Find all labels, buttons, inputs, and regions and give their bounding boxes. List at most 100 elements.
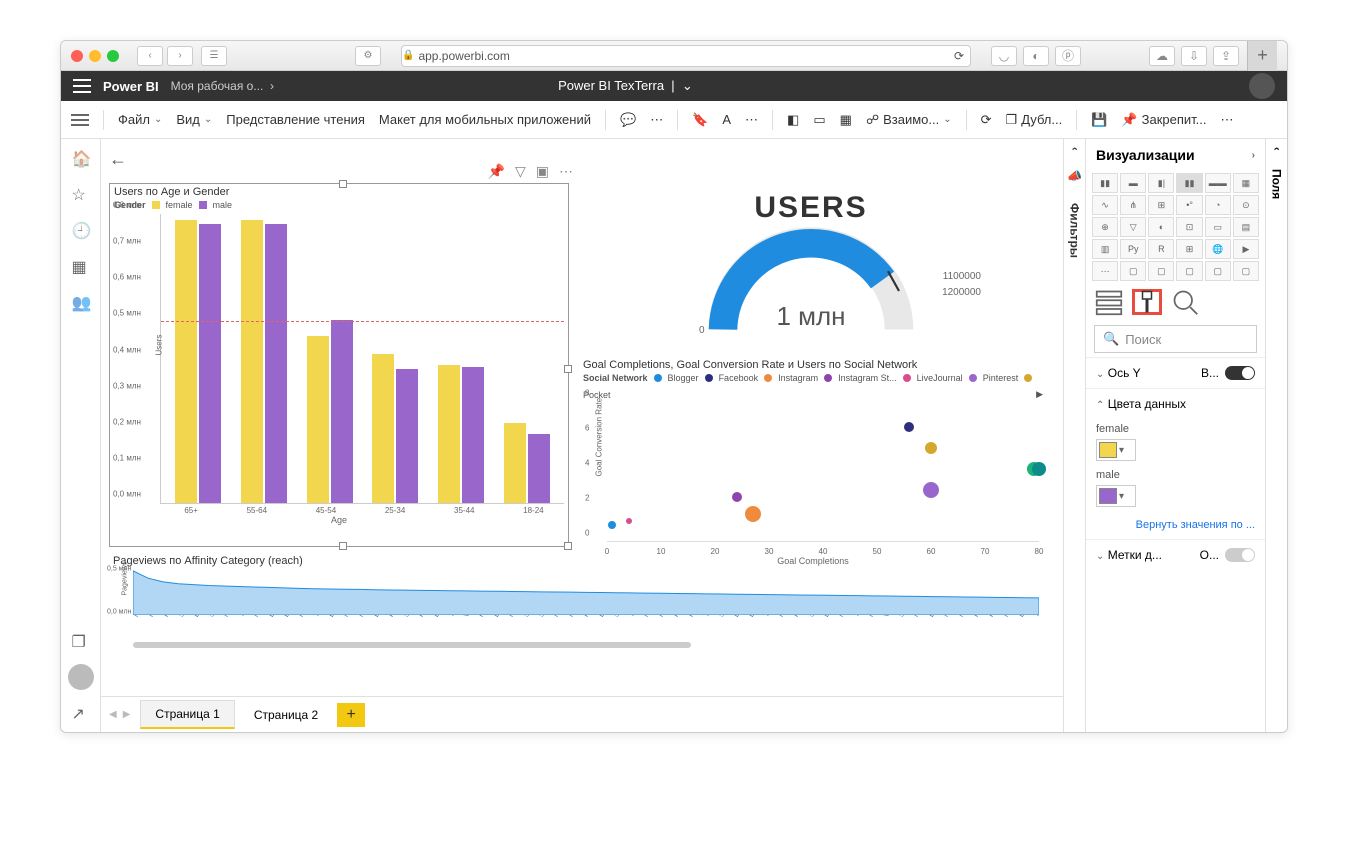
app-launcher-icon[interactable] <box>73 79 91 93</box>
data-colors-property[interactable]: ⌃ Цвета данных <box>1086 388 1265 419</box>
favorites-icon[interactable]: ☆ <box>72 185 90 203</box>
viz-type-1[interactable]: ▬ <box>1120 173 1146 193</box>
recent-icon[interactable]: 🕘 <box>72 221 90 239</box>
gauge-visual[interactable]: USERS 0 1 млн 1100000 1200000 <box>581 191 1041 361</box>
drill-icon[interactable]: ◧ <box>787 112 799 128</box>
format-tab-icon[interactable] <box>1132 289 1162 315</box>
viz-type-21[interactable]: ⊞ <box>1176 239 1202 259</box>
reset-colors-link[interactable]: Вернуть значения по ... <box>1086 511 1265 539</box>
viz-type-14[interactable]: ◐ <box>1148 217 1174 237</box>
ghostery-icon[interactable]: ◐ <box>1023 46 1049 66</box>
scatter-visual[interactable]: Goal Completions, Goal Conversion Rate и… <box>579 357 1047 567</box>
nav-back-button[interactable]: ‹ <box>137 46 163 66</box>
bookmark-icon[interactable]: 🔖 <box>692 112 708 128</box>
pinterest-icon[interactable]: ⓟ <box>1055 46 1081 66</box>
more-icon[interactable]: ⋯ <box>650 112 663 128</box>
visual-more-icon[interactable]: ⋯ <box>559 163 573 180</box>
address-bar[interactable]: 🔒 app.powerbi.com ⟳ <box>401 45 971 67</box>
female-color-picker[interactable]: ▾ <box>1096 439 1136 461</box>
window-controls[interactable] <box>71 50 119 62</box>
add-page-button[interactable]: + <box>337 703 365 727</box>
user-avatar[interactable] <box>1249 73 1275 99</box>
viz-type-6[interactable]: ∿ <box>1092 195 1118 215</box>
viz-type-27[interactable]: ▢ <box>1176 261 1202 281</box>
share-icon[interactable]: ⇪ <box>1213 46 1239 66</box>
workspace-avatar[interactable] <box>68 664 94 690</box>
viz-type-24[interactable]: ⋯ <box>1092 261 1118 281</box>
more2-icon[interactable]: ⋯ <box>745 112 758 128</box>
viz-type-29[interactable]: ▢ <box>1233 261 1259 281</box>
file-menu[interactable]: Файл ⌄ <box>118 112 162 127</box>
viz-type-0[interactable]: ▮▮ <box>1092 173 1118 193</box>
fields-tab-icon[interactable] <box>1094 289 1124 315</box>
view-menu[interactable]: Вид ⌄ <box>176 112 212 127</box>
home-icon[interactable]: 🏠 <box>72 149 90 167</box>
download-icon[interactable]: ⇩ <box>1181 46 1207 66</box>
save-icon[interactable]: 💾 <box>1091 112 1107 128</box>
viz-collapse-icon[interactable]: › <box>1252 150 1255 161</box>
viz-type-23[interactable]: ▶ <box>1233 239 1259 259</box>
viz-type-20[interactable]: R <box>1148 239 1174 259</box>
viz-type-4[interactable]: ▬▬ <box>1205 173 1231 193</box>
drill2-icon[interactable]: ▭ <box>813 112 825 128</box>
shared-icon[interactable]: 👥 <box>72 293 90 311</box>
viz-type-25[interactable]: ▢ <box>1120 261 1146 281</box>
back-arrow-icon[interactable]: ← <box>109 149 127 170</box>
viz-type-26[interactable]: ▢ <box>1148 261 1174 281</box>
fields-collapse-icon[interactable]: ‹ <box>1271 147 1283 151</box>
viz-type-19[interactable]: Py <box>1120 239 1146 259</box>
tab-next[interactable]: ▶ <box>123 709 131 720</box>
viz-type-18[interactable]: ▥ <box>1092 239 1118 259</box>
analytics-tab-icon[interactable] <box>1170 289 1200 315</box>
data-labels-toggle[interactable] <box>1225 548 1255 562</box>
expand-icon[interactable]: ↗ <box>72 704 90 722</box>
visualizations-gallery[interactable]: ▮▮▬▮|▮▮▬▬▦∿⋔⊞•°◔⊙⊕▽◐⊡▭▤▥PyR⊞🌐▶⋯▢▢▢▢▢ <box>1086 171 1265 283</box>
viz-type-11[interactable]: ⊙ <box>1233 195 1259 215</box>
copy-icon[interactable]: ❐ Дубл... <box>1006 112 1063 128</box>
viz-type-15[interactable]: ⊡ <box>1176 217 1202 237</box>
cloud-icon[interactable]: ☁ <box>1149 46 1175 66</box>
bar-chart-visual[interactable]: Users по Age и Gender Gender female male… <box>109 183 569 547</box>
visual-pin-icon[interactable]: 📌 <box>488 163 505 180</box>
male-color-picker[interactable]: ▾ <box>1096 485 1136 507</box>
new-tab-button[interactable]: + <box>1247 41 1277 71</box>
filters-pane-label[interactable]: Фильтры <box>1068 203 1082 258</box>
prefs-button[interactable]: ⚙ <box>355 46 381 66</box>
interactions-button[interactable]: ☍ Взаимо... ⌄ <box>866 112 952 128</box>
format-search-input[interactable]: 🔍 Поиск <box>1094 325 1257 353</box>
pin-button[interactable]: 📌 Закрепит... <box>1121 112 1206 128</box>
viz-type-10[interactable]: ◔ <box>1205 195 1231 215</box>
drill3-icon[interactable]: ▦ <box>840 112 852 128</box>
tab-prev[interactable]: ◀ <box>109 709 117 720</box>
mobile-layout-button[interactable]: Макет для мобильных приложений <box>379 112 591 127</box>
viz-type-2[interactable]: ▮| <box>1148 173 1174 193</box>
viz-type-8[interactable]: ⊞ <box>1148 195 1174 215</box>
page-tab-1[interactable]: Страница 1 <box>140 700 234 729</box>
viz-type-16[interactable]: ▭ <box>1205 217 1231 237</box>
comment-icon[interactable]: 💬 <box>620 112 636 128</box>
viz-type-28[interactable]: ▢ <box>1205 261 1231 281</box>
filters-collapse-icon[interactable]: ‹ <box>1069 147 1081 151</box>
visual-focus-icon[interactable]: ▣ <box>536 163 549 180</box>
visual-filter-icon[interactable]: ▽ <box>515 163 526 180</box>
reading-view-button[interactable]: Представление чтения <box>226 112 365 127</box>
apps-icon[interactable]: ▦ <box>72 257 90 275</box>
pocket-icon[interactable]: ◡ <box>991 46 1017 66</box>
viz-type-13[interactable]: ▽ <box>1120 217 1146 237</box>
toolbar-overflow[interactable]: ⋯ <box>1221 112 1234 128</box>
viz-type-12[interactable]: ⊕ <box>1092 217 1118 237</box>
viz-type-5[interactable]: ▦ <box>1233 173 1259 193</box>
area-scrollbar[interactable] <box>133 642 691 648</box>
viz-type-9[interactable]: •° <box>1176 195 1202 215</box>
area-visual[interactable]: Pageviews по Affinity Category (reach) P… <box>109 553 1039 653</box>
viz-type-7[interactable]: ⋔ <box>1120 195 1146 215</box>
y-axis-property[interactable]: ⌄ Ось Y В... <box>1086 357 1265 388</box>
y-axis-toggle[interactable] <box>1225 366 1255 380</box>
refresh-icon[interactable]: ⟳ <box>981 112 992 128</box>
hamburger-icon[interactable] <box>71 114 89 126</box>
viz-type-17[interactable]: ▤ <box>1233 217 1259 237</box>
nav-forward-button[interactable]: › <box>167 46 193 66</box>
data-labels-property[interactable]: ⌄ Метки д... О... <box>1086 539 1265 570</box>
sidebar-toggle-button[interactable]: ☰ <box>201 46 227 66</box>
page-tab-2[interactable]: Страница 2 <box>239 701 333 729</box>
